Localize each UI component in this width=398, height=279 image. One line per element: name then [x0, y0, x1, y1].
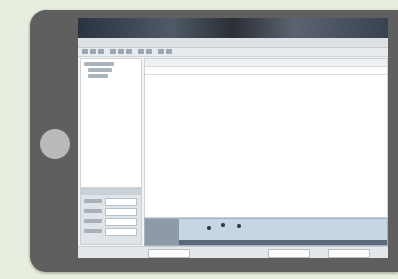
- property-field[interactable]: [105, 208, 137, 216]
- timeline-track-labels: [145, 219, 179, 245]
- timeline-marker[interactable]: [221, 223, 225, 227]
- tab-1[interactable]: [149, 60, 169, 65]
- status-button[interactable]: [268, 249, 310, 258]
- tree-item[interactable]: [88, 74, 108, 78]
- cut-icon[interactable]: [110, 49, 116, 54]
- menu-item[interactable]: [146, 39, 160, 45]
- title-bar: [78, 18, 388, 38]
- status-bar: [78, 246, 388, 258]
- new-icon[interactable]: [82, 49, 88, 54]
- column-header[interactable]: [255, 68, 283, 73]
- toolbar: [78, 48, 388, 57]
- timeline-marker[interactable]: [237, 224, 241, 228]
- settings-icon[interactable]: [166, 49, 172, 54]
- undo-icon[interactable]: [138, 49, 144, 54]
- save-icon[interactable]: [98, 49, 104, 54]
- status-button[interactable]: [328, 249, 370, 258]
- table-cell[interactable]: [149, 76, 183, 81]
- table-cell[interactable]: [325, 76, 349, 81]
- menu-item[interactable]: [178, 39, 192, 45]
- header-divider: [145, 74, 387, 75]
- table-cell[interactable]: [195, 76, 225, 81]
- menu-item[interactable]: [114, 39, 128, 45]
- project-tree-panel: [80, 58, 142, 188]
- menu-item[interactable]: [82, 39, 96, 45]
- menu-item[interactable]: [194, 39, 208, 45]
- paste-icon[interactable]: [126, 49, 132, 54]
- copy-icon[interactable]: [118, 49, 124, 54]
- property-label: [84, 209, 102, 213]
- table-cell[interactable]: [227, 76, 251, 81]
- column-header[interactable]: [295, 68, 319, 73]
- tree-item[interactable]: [84, 62, 114, 66]
- app-screen: [78, 18, 388, 258]
- property-field[interactable]: [105, 218, 137, 226]
- main-panel-tabs: [145, 59, 387, 67]
- property-label: [84, 199, 102, 203]
- home-button-icon[interactable]: [40, 129, 70, 159]
- zoom-icon[interactable]: [158, 49, 164, 54]
- menu-item[interactable]: [162, 39, 176, 45]
- table-cell[interactable]: [295, 76, 319, 81]
- property-field[interactable]: [105, 198, 137, 206]
- column-header[interactable]: [149, 68, 183, 73]
- menu-bar: [78, 38, 388, 48]
- menu-item[interactable]: [98, 39, 112, 45]
- tab-2[interactable]: [173, 60, 193, 65]
- property-field[interactable]: [105, 228, 137, 236]
- status-button[interactable]: [148, 249, 190, 258]
- redo-icon[interactable]: [146, 49, 152, 54]
- properties-title: [81, 189, 141, 195]
- column-header[interactable]: [195, 68, 225, 73]
- timeline-panel[interactable]: [144, 218, 388, 246]
- main-panel: [144, 58, 388, 218]
- column-header[interactable]: [227, 68, 251, 73]
- open-icon[interactable]: [90, 49, 96, 54]
- property-label: [84, 219, 102, 223]
- tree-item[interactable]: [88, 68, 112, 72]
- column-header[interactable]: [325, 68, 349, 73]
- property-label: [84, 229, 102, 233]
- table-cell[interactable]: [255, 76, 283, 81]
- timeline-ruler[interactable]: [179, 240, 387, 245]
- properties-panel: [80, 188, 142, 245]
- menu-item[interactable]: [130, 39, 144, 45]
- timeline-marker[interactable]: [207, 226, 211, 230]
